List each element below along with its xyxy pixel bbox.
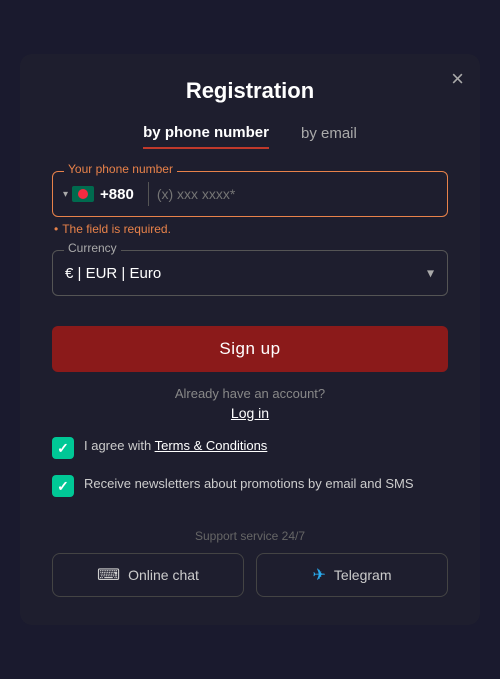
- currency-select[interactable]: € | EUR | Euro: [52, 250, 448, 296]
- support-buttons: ⌨ Online chat ✈ Telegram: [52, 553, 448, 597]
- support-section: Support service 24/7 ⌨ Online chat ✈ Tel…: [52, 529, 448, 597]
- phone-number-input[interactable]: [157, 186, 437, 202]
- terms-checkbox-row: ✓ I agree with Terms & Conditions: [52, 437, 448, 459]
- phone-field-label: Your phone number: [64, 162, 177, 176]
- phone-input-wrapper: ▾ +880: [52, 171, 448, 217]
- checkmark-icon: ✓: [57, 440, 69, 457]
- online-chat-label: Online chat: [128, 567, 199, 583]
- terms-label: I agree with Terms & Conditions: [84, 437, 267, 455]
- chevron-down-icon: ▾: [63, 189, 68, 200]
- flag-circle: [78, 189, 88, 199]
- flag-icon: [72, 186, 94, 202]
- phone-field-group: Your phone number ▾ +880 • The field is …: [52, 171, 448, 236]
- country-selector[interactable]: ▾: [63, 186, 94, 202]
- telegram-label: Telegram: [334, 567, 392, 583]
- error-message: The field is required.: [62, 222, 171, 236]
- registration-modal: × Registration by phone number by email …: [20, 54, 480, 625]
- registration-tabs: by phone number by email: [52, 124, 448, 149]
- checkmark-icon: ✓: [57, 478, 69, 495]
- terms-link[interactable]: Terms & Conditions: [155, 438, 268, 453]
- online-chat-button[interactable]: ⌨ Online chat: [52, 553, 244, 597]
- phone-error: • The field is required.: [54, 222, 448, 236]
- currency-label: Currency: [64, 241, 121, 255]
- chat-icon: ⌨: [97, 565, 120, 585]
- login-link[interactable]: Log in: [52, 405, 448, 421]
- tab-email[interactable]: by email: [301, 124, 357, 149]
- error-dot: •: [54, 222, 58, 236]
- terms-checkbox[interactable]: ✓: [52, 437, 74, 459]
- newsletter-checkbox-row: ✓ Receive newsletters about promotions b…: [52, 475, 448, 497]
- country-code: +880: [100, 186, 134, 203]
- close-button[interactable]: ×: [451, 68, 464, 90]
- currency-select-wrapper: € | EUR | Euro ▾: [52, 250, 448, 296]
- terms-prefix: I agree with: [84, 438, 155, 453]
- signup-button[interactable]: Sign up: [52, 326, 448, 372]
- telegram-icon: ✈: [313, 565, 326, 585]
- newsletter-label: Receive newsletters about promotions by …: [84, 475, 414, 493]
- phone-divider: [148, 182, 149, 206]
- newsletter-checkbox[interactable]: ✓: [52, 475, 74, 497]
- support-label: Support service 24/7: [52, 529, 448, 543]
- tab-phone[interactable]: by phone number: [143, 124, 269, 149]
- telegram-button[interactable]: ✈ Telegram: [256, 553, 448, 597]
- currency-field-group: Currency € | EUR | Euro ▾: [52, 250, 448, 296]
- modal-title: Registration: [52, 78, 448, 104]
- already-text: Already have an account?: [52, 386, 448, 401]
